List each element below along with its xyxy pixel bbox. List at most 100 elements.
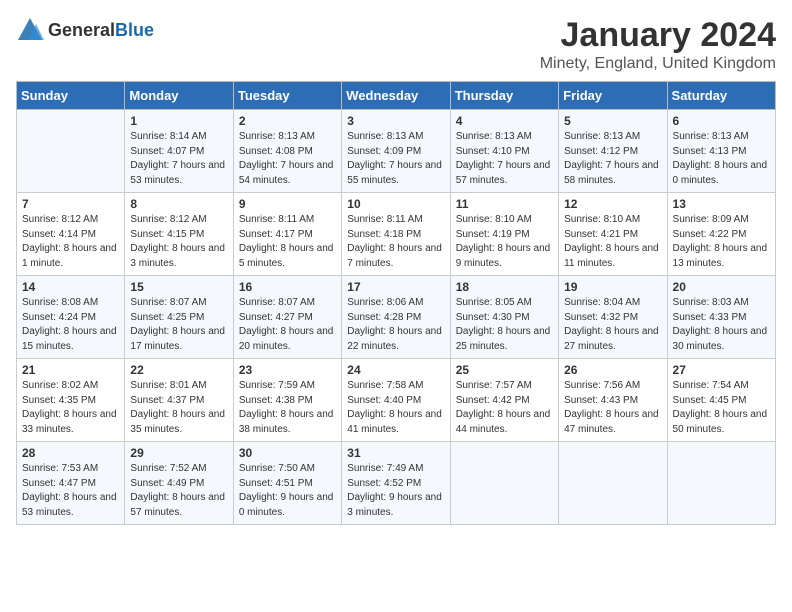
- day-info: Sunrise: 8:03 AMSunset: 4:33 PMDaylight:…: [673, 296, 770, 354]
- logo-general: General: [48, 20, 115, 40]
- day-info: Sunrise: 7:52 AMSunset: 4:49 PMDaylight:…: [130, 462, 227, 520]
- day-info: Sunrise: 8:08 AMSunset: 4:24 PMDaylight:…: [22, 296, 119, 354]
- day-number: 19: [564, 280, 661, 294]
- weekday-header-monday: Monday: [125, 82, 233, 110]
- day-number: 9: [239, 197, 336, 211]
- day-number: 22: [130, 363, 227, 377]
- day-info: Sunrise: 7:56 AMSunset: 4:43 PMDaylight:…: [564, 379, 661, 437]
- day-info: Sunrise: 8:12 AMSunset: 4:15 PMDaylight:…: [130, 213, 227, 271]
- week-row-2: 7 Sunrise: 8:12 AMSunset: 4:14 PMDaylight…: [17, 193, 776, 276]
- calendar-cell: 4 Sunrise: 8:13 AMSunset: 4:10 PMDaylight…: [450, 110, 558, 193]
- calendar-cell: 3 Sunrise: 8:13 AMSunset: 4:09 PMDaylight…: [342, 110, 450, 193]
- calendar-cell: 5Sunrise: 8:13 AMSunset: 4:12 PMDaylight…: [559, 110, 667, 193]
- day-number: 16: [239, 280, 336, 294]
- calendar-cell: 1 Sunrise: 8:14 AMSunset: 4:07 PMDaylight…: [125, 110, 233, 193]
- day-info: Sunrise: 7:59 AMSunset: 4:38 PMDaylight:…: [239, 379, 336, 437]
- day-info: Sunrise: 8:02 AMSunset: 4:35 PMDaylight:…: [22, 379, 119, 437]
- calendar-cell: 6 Sunrise: 8:13 AMSunset: 4:13 PMDaylight…: [667, 110, 775, 193]
- calendar-cell: 15Sunrise: 8:07 AMSunset: 4:25 PMDayligh…: [125, 276, 233, 359]
- day-info: Sunrise: 8:05 AMSunset: 4:30 PMDaylight:…: [456, 296, 553, 354]
- day-number: 17: [347, 280, 444, 294]
- calendar-cell: 24 Sunrise: 7:58 AMSunset: 4:40 PMDayligh…: [342, 359, 450, 442]
- day-number: 7: [22, 197, 119, 211]
- calendar-cell: 8 Sunrise: 8:12 AMSunset: 4:15 PMDaylight…: [125, 193, 233, 276]
- day-number: 25: [456, 363, 553, 377]
- weekday-header-tuesday: Tuesday: [233, 82, 341, 110]
- calendar-cell: 28 Sunrise: 7:53 AMSunset: 4:47 PMDayligh…: [17, 442, 125, 525]
- day-number: 27: [673, 363, 770, 377]
- day-info: Sunrise: 8:11 AMSunset: 4:17 PMDaylight:…: [239, 213, 336, 271]
- day-number: 12: [564, 197, 661, 211]
- calendar-cell: 2Sunrise: 8:13 AMSunset: 4:08 PMDaylight…: [233, 110, 341, 193]
- day-number: 6: [673, 114, 770, 128]
- calendar-cell: 19 Sunrise: 8:04 AMSunset: 4:32 PMDayligh…: [559, 276, 667, 359]
- week-row-4: 21 Sunrise: 8:02 AMSunset: 4:35 PMDayligh…: [17, 359, 776, 442]
- week-row-1: 1 Sunrise: 8:14 AMSunset: 4:07 PMDaylight…: [17, 110, 776, 193]
- day-info: Sunrise: 8:09 AMSunset: 4:22 PMDaylight:…: [673, 213, 770, 271]
- calendar-cell: 29Sunrise: 7:52 AMSunset: 4:49 PMDayligh…: [125, 442, 233, 525]
- day-info: Sunrise: 7:54 AMSunset: 4:45 PMDaylight:…: [673, 379, 770, 437]
- day-number: 10: [347, 197, 444, 211]
- weekday-header-thursday: Thursday: [450, 82, 558, 110]
- calendar-cell: [559, 442, 667, 525]
- calendar-cell: 18Sunrise: 8:05 AMSunset: 4:30 PMDayligh…: [450, 276, 558, 359]
- day-info: Sunrise: 8:01 AMSunset: 4:37 PMDaylight:…: [130, 379, 227, 437]
- day-info: Sunrise: 8:12 AMSunset: 4:14 PMDaylight:…: [22, 213, 119, 271]
- day-info: Sunrise: 8:10 AMSunset: 4:21 PMDaylight:…: [564, 213, 661, 271]
- weekday-header-friday: Friday: [559, 82, 667, 110]
- day-info: Sunrise: 8:06 AMSunset: 4:28 PMDaylight:…: [347, 296, 444, 354]
- day-number: 5: [564, 114, 661, 128]
- title-area: January 2024 Minety, England, United Kin…: [540, 16, 776, 73]
- day-info: Sunrise: 7:58 AMSunset: 4:40 PMDaylight:…: [347, 379, 444, 437]
- day-number: 23: [239, 363, 336, 377]
- calendar-title: January 2024: [540, 16, 776, 55]
- calendar-cell: 10 Sunrise: 8:11 AMSunset: 4:18 PMDayligh…: [342, 193, 450, 276]
- calendar-cell: 11Sunrise: 8:10 AMSunset: 4:19 PMDayligh…: [450, 193, 558, 276]
- day-number: 31: [347, 446, 444, 460]
- calendar-cell: [17, 110, 125, 193]
- day-number: 21: [22, 363, 119, 377]
- calendar-cell: 9 Sunrise: 8:11 AMSunset: 4:17 PMDaylight…: [233, 193, 341, 276]
- day-info: Sunrise: 7:50 AMSunset: 4:51 PMDaylight:…: [239, 462, 336, 520]
- logo-icon: [16, 16, 44, 44]
- day-number: 26: [564, 363, 661, 377]
- day-info: Sunrise: 8:14 AMSunset: 4:07 PMDaylight:…: [130, 130, 227, 188]
- weekday-header-sunday: Sunday: [17, 82, 125, 110]
- day-info: Sunrise: 8:07 AMSunset: 4:25 PMDaylight:…: [130, 296, 227, 354]
- day-info: Sunrise: 8:11 AMSunset: 4:18 PMDaylight:…: [347, 213, 444, 271]
- day-info: Sunrise: 8:04 AMSunset: 4:32 PMDaylight:…: [564, 296, 661, 354]
- day-info: Sunrise: 8:13 AMSunset: 4:13 PMDaylight:…: [673, 130, 770, 188]
- logo-blue: Blue: [115, 20, 154, 40]
- day-info: Sunrise: 7:53 AMSunset: 4:47 PMDaylight:…: [22, 462, 119, 520]
- calendar-cell: 25 Sunrise: 7:57 AMSunset: 4:42 PMDayligh…: [450, 359, 558, 442]
- day-info: Sunrise: 7:57 AMSunset: 4:42 PMDaylight:…: [456, 379, 553, 437]
- week-row-3: 14 Sunrise: 8:08 AMSunset: 4:24 PMDayligh…: [17, 276, 776, 359]
- day-number: 3: [347, 114, 444, 128]
- calendar-cell: 22 Sunrise: 8:01 AMSunset: 4:37 PMDayligh…: [125, 359, 233, 442]
- day-number: 14: [22, 280, 119, 294]
- calendar-subtitle: Minety, England, United Kingdom: [540, 55, 776, 73]
- day-number: 11: [456, 197, 553, 211]
- day-number: 24: [347, 363, 444, 377]
- day-number: 8: [130, 197, 227, 211]
- day-number: 1: [130, 114, 227, 128]
- day-number: 28: [22, 446, 119, 460]
- week-row-5: 28 Sunrise: 7:53 AMSunset: 4:47 PMDayligh…: [17, 442, 776, 525]
- day-number: 30: [239, 446, 336, 460]
- day-number: 4: [456, 114, 553, 128]
- day-number: 20: [673, 280, 770, 294]
- day-info: Sunrise: 7:49 AMSunset: 4:52 PMDaylight:…: [347, 462, 444, 520]
- weekday-header-saturday: Saturday: [667, 82, 775, 110]
- day-info: Sunrise: 8:13 AMSunset: 4:10 PMDaylight:…: [456, 130, 553, 188]
- calendar-cell: 30 Sunrise: 7:50 AMSunset: 4:51 PMDayligh…: [233, 442, 341, 525]
- calendar-cell: 16Sunrise: 8:07 AMSunset: 4:27 PMDayligh…: [233, 276, 341, 359]
- day-info: Sunrise: 8:13 AMSunset: 4:09 PMDaylight:…: [347, 130, 444, 188]
- calendar-cell: 21 Sunrise: 8:02 AMSunset: 4:35 PMDayligh…: [17, 359, 125, 442]
- calendar-cell: 13Sunrise: 8:09 AMSunset: 4:22 PMDayligh…: [667, 193, 775, 276]
- page-header: GeneralBlue January 2024 Minety, England…: [16, 16, 776, 73]
- logo-text: GeneralBlue: [48, 20, 154, 41]
- calendar-cell: 23 Sunrise: 7:59 AMSunset: 4:38 PMDayligh…: [233, 359, 341, 442]
- calendar-cell: 12 Sunrise: 8:10 AMSunset: 4:21 PMDayligh…: [559, 193, 667, 276]
- calendar-cell: [450, 442, 558, 525]
- day-number: 2: [239, 114, 336, 128]
